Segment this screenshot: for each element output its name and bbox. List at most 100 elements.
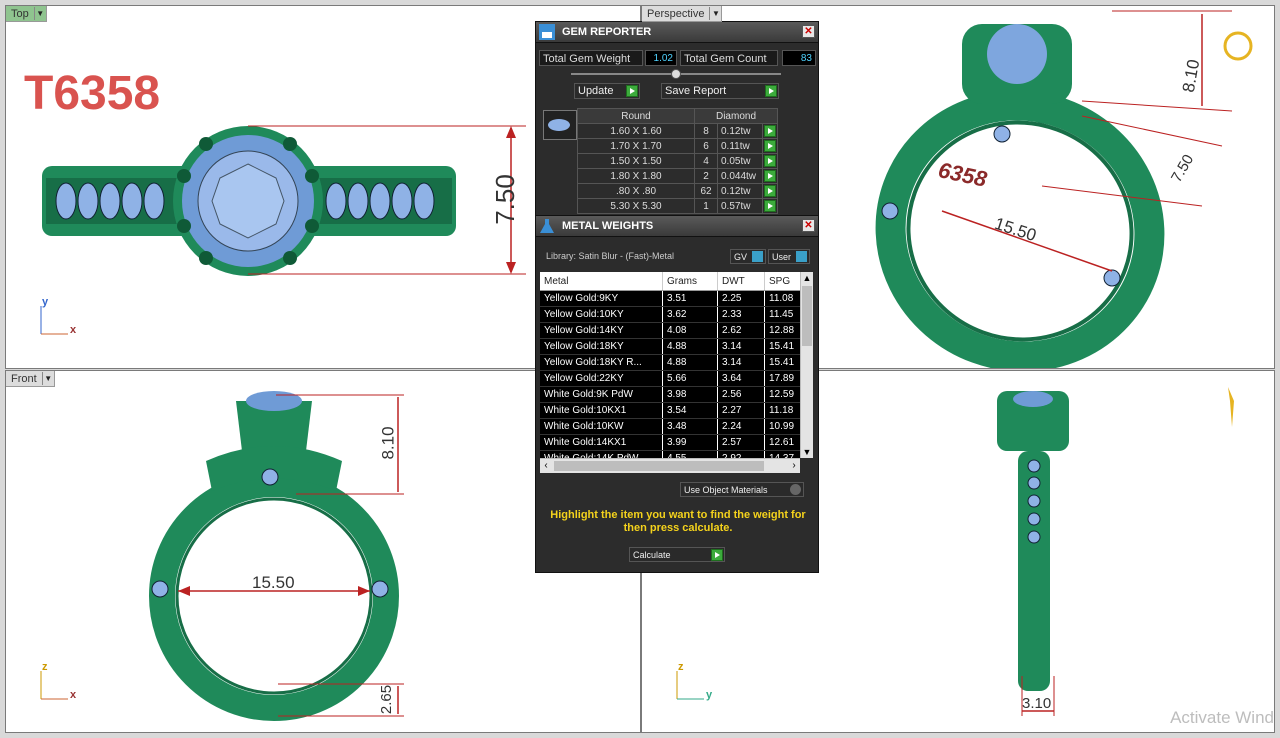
gem-row[interactable]: 1.60 X 1.60 8 0.12tw <box>577 123 778 139</box>
gem-size: 1.50 X 1.50 <box>577 153 695 169</box>
metal-grams: 4.55 <box>662 450 718 458</box>
metal-header-grams[interactable]: Grams <box>662 272 718 291</box>
user-label: User <box>772 252 792 262</box>
play-icon <box>764 140 776 152</box>
metal-row[interactable]: White Gold:10KW 3.48 2.24 10.99 <box>540 418 806 435</box>
chevron-down-icon[interactable]: ▼ <box>41 372 54 385</box>
calculate-button[interactable]: Calculate <box>629 547 725 562</box>
metal-header-metal[interactable]: Metal <box>540 272 663 291</box>
calculate-label: Calculate <box>633 550 671 560</box>
metal-name: White Gold:14KX1 <box>540 434 663 451</box>
vertical-scrollbar[interactable]: ▲ ▼ <box>800 272 813 458</box>
activate-windows-watermark: Activate Wind <box>1170 708 1274 727</box>
axis-y-label: y <box>706 689 713 701</box>
metal-row[interactable]: Yellow Gold:18KY 4.88 3.14 15.41 <box>540 338 806 355</box>
scroll-down-icon[interactable]: ▼ <box>801 446 813 458</box>
metal-name: White Gold:10KX1 <box>540 402 663 419</box>
select-gem-button[interactable] <box>762 183 778 199</box>
metal-dwt: 2.33 <box>717 306 765 323</box>
gem-count: 62 <box>694 183 718 199</box>
play-icon <box>764 155 776 167</box>
metal-row[interactable]: White Gold:9K PdW 3.98 2.56 12.59 <box>540 386 806 403</box>
gem-size: 1.70 X 1.70 <box>577 138 695 154</box>
close-icon[interactable]: ✕ <box>802 25 815 38</box>
select-gem-button[interactable] <box>762 153 778 169</box>
update-button[interactable]: Update <box>574 83 640 99</box>
metal-header-dwt[interactable]: DWT <box>717 272 765 291</box>
use-object-materials-label: Use Object Materials <box>684 485 768 495</box>
metal-weights-titlebar[interactable]: METAL WEIGHTS ✕ <box>536 216 818 237</box>
metal-row[interactable]: White Gold:10KX1 3.54 2.27 11.18 <box>540 402 806 419</box>
select-gem-button[interactable] <box>762 168 778 184</box>
select-gem-button[interactable] <box>762 123 778 139</box>
flask-icon <box>540 219 554 233</box>
scroll-up-icon[interactable]: ▲ <box>801 272 813 284</box>
metal-row[interactable]: Yellow Gold:10KY 3.62 2.33 11.45 <box>540 306 806 323</box>
gem-row[interactable]: .80 X .80 62 0.12tw <box>577 183 778 199</box>
gem-thumbnail[interactable] <box>543 110 577 140</box>
scroll-left-icon[interactable]: ‹ <box>540 459 552 473</box>
metal-name: Yellow Gold:18KY <box>540 338 663 355</box>
gem-icon <box>548 119 570 131</box>
gem-row[interactable]: 1.50 X 1.50 4 0.05tw <box>577 153 778 169</box>
metal-row[interactable]: White Gold:14KX1 3.99 2.57 12.61 <box>540 434 806 451</box>
horizontal-scrollbar[interactable]: ‹ › <box>540 458 800 473</box>
viewport-label: Front <box>11 372 37 385</box>
gem-row[interactable]: 1.80 X 1.80 2 0.044tw <box>577 168 778 184</box>
zoom-slider-handle[interactable] <box>671 69 681 79</box>
metal-dwt: 2.24 <box>717 418 765 435</box>
chevron-down-icon[interactable]: ▼ <box>33 7 46 20</box>
viewport-top-tab[interactable]: Top ▼ <box>6 6 47 22</box>
play-icon <box>764 200 776 212</box>
metal-row[interactable]: Yellow Gold:14KY 4.08 2.62 12.88 <box>540 322 806 339</box>
gem-reporter-titlebar[interactable]: GEM REPORTER ✕ <box>536 22 818 43</box>
metal-dwt: 3.14 <box>717 338 765 355</box>
gem-count: 2 <box>694 168 718 184</box>
viewport-perspective-tab[interactable]: Perspective ▼ <box>642 6 723 22</box>
gem-row[interactable]: 1.70 X 1.70 6 0.11tw <box>577 138 778 154</box>
metal-table[interactable]: Metal Grams DWT SPG Yellow Gold:9KY 3.51 2… <box>540 272 812 458</box>
use-object-materials-checkbox[interactable]: Use Object Materials <box>680 482 804 497</box>
scroll-thumb[interactable] <box>554 461 764 471</box>
metal-dwt: 2.57 <box>717 434 765 451</box>
scroll-right-icon[interactable]: › <box>788 459 800 473</box>
gem-tw: 0.05tw <box>717 153 763 169</box>
viewport-front-tab[interactable]: Front ▼ <box>6 371 55 387</box>
checkbox-icon <box>790 484 801 495</box>
select-gem-button[interactable] <box>762 138 778 154</box>
scroll-thumb[interactable] <box>802 286 812 346</box>
metal-name: White Gold:14K PdW <box>540 450 663 458</box>
gem-reporter-title: GEM REPORTER <box>562 26 652 38</box>
gv-toggle[interactable]: GV <box>730 249 766 264</box>
gem-tw: 0.57tw <box>717 198 763 214</box>
metal-row[interactable]: Yellow Gold:18KY R... 4.88 3.14 15.41 <box>540 354 806 371</box>
dimension-label: 2.65 <box>378 684 396 715</box>
metal-name: Yellow Gold:9KY <box>540 290 663 307</box>
metal-dwt: 2.56 <box>717 386 765 403</box>
dimension-label: 15.50 <box>252 573 295 592</box>
metal-dwt: 3.64 <box>717 370 765 387</box>
gem-tw: 0.044tw <box>717 168 763 184</box>
viewport-label: Top <box>11 7 29 20</box>
play-icon <box>764 185 776 197</box>
axis-x-label: x <box>70 689 77 701</box>
metal-dwt: 2.25 <box>717 290 765 307</box>
user-toggle[interactable]: User <box>768 249 810 264</box>
chevron-down-icon[interactable]: ▼ <box>709 7 721 20</box>
metal-row[interactable]: Yellow Gold:22KY 5.66 3.64 17.89 <box>540 370 806 387</box>
metal-weights-title: METAL WEIGHTS <box>562 220 654 232</box>
dimension-label: 7.50 <box>489 174 520 225</box>
dimension-label: 8.10 <box>378 426 398 460</box>
hint-text: Highlight the item you want to find the … <box>550 509 806 534</box>
metal-grams: 3.54 <box>662 402 718 419</box>
axis-z-label: z <box>42 661 48 673</box>
metal-grams: 4.88 <box>662 338 718 355</box>
select-gem-button[interactable] <box>762 198 778 214</box>
save-report-button[interactable]: Save Report <box>661 83 779 99</box>
metal-row[interactable]: White Gold:14K PdW4.552.9214.37 <box>540 450 806 458</box>
gem-header-round: Round <box>577 108 695 124</box>
axis-z-label: z <box>678 661 684 673</box>
gem-row[interactable]: 5.30 X 5.30 1 0.57tw <box>577 198 778 214</box>
close-icon[interactable]: ✕ <box>802 219 815 232</box>
metal-row[interactable]: Yellow Gold:9KY 3.51 2.25 11.08 <box>540 290 806 307</box>
